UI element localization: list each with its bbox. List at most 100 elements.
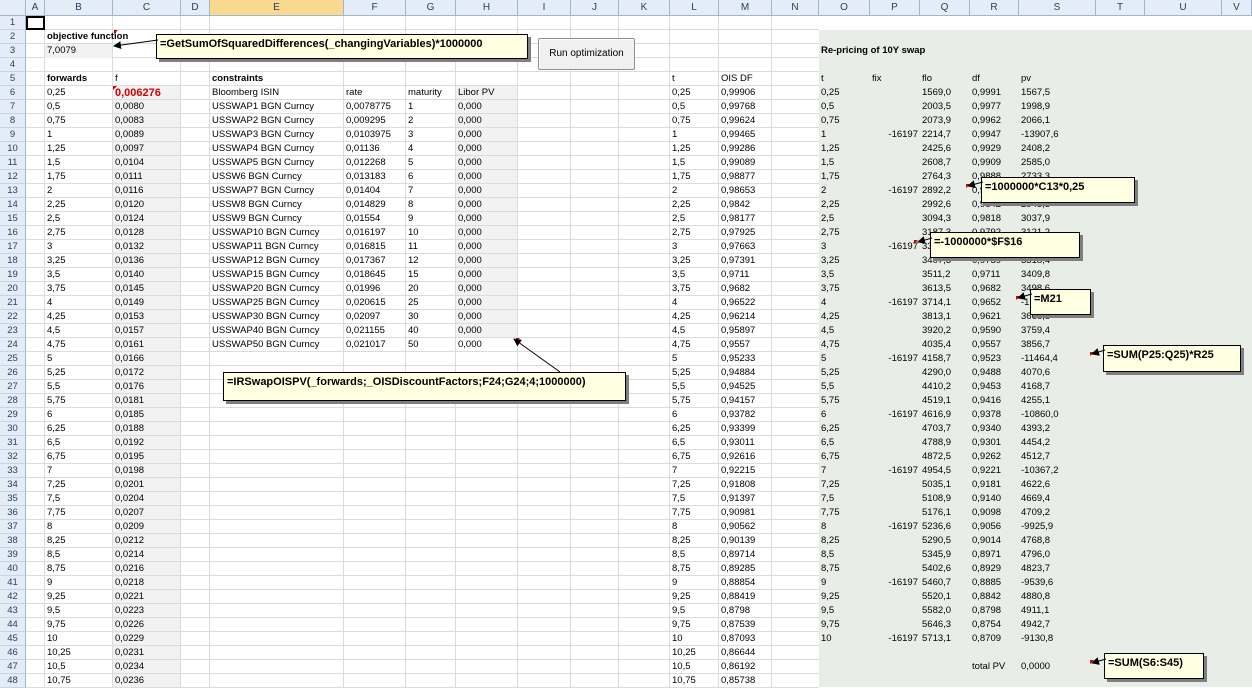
forward-f-cell[interactable]: 0,0128 (113, 226, 181, 240)
ois-df-cell[interactable]: 0,93011 (719, 436, 772, 450)
repricing-cell[interactable]: -9925,9 (1019, 520, 1096, 534)
repricing-cell[interactable]: 2003,5 (920, 100, 970, 114)
forward-f-cell[interactable]: 0,0229 (113, 632, 181, 646)
repricing-cell[interactable]: 6 (819, 408, 870, 422)
constraint-cell[interactable]: 0,000 (456, 142, 518, 156)
constraint-cell[interactable]: USSWAP25 BGN Curncy (210, 296, 344, 310)
column-header-u[interactable]: U (1145, 0, 1222, 16)
repricing-cell[interactable]: 0,8754 (970, 618, 1019, 632)
row-header[interactable]: 5 (0, 72, 26, 86)
repricing-cell[interactable] (870, 604, 920, 618)
constraint-cell[interactable]: 9 (406, 212, 456, 226)
column-header-n[interactable]: N (772, 0, 819, 16)
ois-df-cell[interactable]: 0,88419 (719, 590, 772, 604)
row-header[interactable]: 22 (0, 310, 26, 324)
forward-f-cell[interactable]: 0,0157 (113, 324, 181, 338)
repricing-cell[interactable]: 6,75 (819, 450, 870, 464)
row-header[interactable]: 18 (0, 254, 26, 268)
ois-t-cell[interactable]: 3 (670, 240, 719, 254)
ois-t-cell[interactable]: 4 (670, 296, 719, 310)
constraint-cell[interactable]: 4 (406, 142, 456, 156)
ois-df-cell[interactable]: 0,97391 (719, 254, 772, 268)
ois-df-cell[interactable]: 0,99286 (719, 142, 772, 156)
row-header[interactable]: 24 (0, 338, 26, 352)
repricing-cell[interactable] (870, 422, 920, 436)
repricing-cell[interactable]: 5345,9 (920, 548, 970, 562)
repricing-cell[interactable]: 3,75 (819, 282, 870, 296)
ois-t-cell[interactable]: 3,5 (670, 268, 719, 282)
forward-t-cell[interactable]: 9 (45, 576, 113, 590)
repricing-cell[interactable] (870, 380, 920, 394)
row-header[interactable]: 21 (0, 296, 26, 310)
constraint-cell[interactable]: USSWAP1 BGN Curncy (210, 100, 344, 114)
repricing-cell[interactable]: 4911,1 (1019, 604, 1096, 618)
repricing-cell[interactable]: 7 (819, 464, 870, 478)
repricing-cell[interactable]: -16197 (870, 128, 920, 142)
ois-t-cell[interactable]: 10,25 (670, 646, 719, 660)
spreadsheet[interactable]: ABCDEFGHIJKLMNOPQRSTUV 1 2 3 4 5 6 7 8 9 10 11 12 13… (0, 0, 1252, 688)
forward-f-cell[interactable]: 0,0176 (113, 380, 181, 394)
ois-df-cell[interactable]: 0,88854 (719, 576, 772, 590)
repricing-cell[interactable]: 0,9590 (970, 324, 1019, 338)
repricing-cell[interactable]: -16197 (870, 184, 920, 198)
repricing-cell[interactable]: 0,75 (819, 114, 870, 128)
repricing-cell[interactable]: 4410,2 (920, 380, 970, 394)
repricing-cell[interactable]: 4290,0 (920, 366, 970, 380)
row-header[interactable]: 13 (0, 184, 26, 198)
forward-t-cell[interactable]: 3,75 (45, 282, 113, 296)
repricing-cell[interactable]: 0,9621 (970, 310, 1019, 324)
repricing-cell[interactable]: 0,5 (819, 100, 870, 114)
forward-t-cell[interactable]: 7 (45, 464, 113, 478)
repricing-cell[interactable] (870, 114, 920, 128)
ois-df-cell[interactable]: 0,90981 (719, 506, 772, 520)
column-header-l[interactable]: L (670, 0, 719, 16)
forward-t-cell[interactable]: 7,5 (45, 492, 113, 506)
constraint-cell[interactable]: USSWAP11 BGN Curncy (210, 240, 344, 254)
repricing-cell[interactable] (870, 254, 920, 268)
ois-t-cell[interactable]: 5 (670, 352, 719, 366)
forward-f-cell[interactable]: 0,0221 (113, 590, 181, 604)
repricing-cell[interactable] (870, 506, 920, 520)
repricing-cell[interactable]: -13907,6 (1019, 128, 1096, 142)
forward-f-cell[interactable]: 0,0234 (113, 660, 181, 674)
forward-t-cell[interactable]: 10 (45, 632, 113, 646)
forward-t-cell[interactable]: 10,75 (45, 674, 113, 688)
ois-t-cell[interactable]: 0,25 (670, 86, 719, 100)
constraint-cell[interactable]: 0,000 (456, 226, 518, 240)
repricing-col-header[interactable]: fix (870, 72, 920, 86)
row-header[interactable]: 27 (0, 380, 26, 394)
constraint-cell[interactable]: 0,000 (456, 212, 518, 226)
column-header-a[interactable]: A (26, 0, 45, 16)
repricing-cell[interactable]: 5713,1 (920, 632, 970, 646)
repricing-cell[interactable]: 4454,2 (1019, 436, 1096, 450)
repricing-cell[interactable] (870, 86, 920, 100)
constraint-cell[interactable]: USSW8 BGN Curncy (210, 198, 344, 212)
repricing-cell[interactable] (870, 436, 920, 450)
repricing-cell[interactable]: 5,5 (819, 380, 870, 394)
repricing-cell[interactable]: 5520,1 (920, 590, 970, 604)
repricing-cell[interactable]: 3856,7 (1019, 338, 1096, 352)
row-header[interactable]: 30 (0, 422, 26, 436)
repricing-cell[interactable] (870, 394, 920, 408)
forward-t-cell[interactable]: 4,5 (45, 324, 113, 338)
row-header[interactable]: 42 (0, 590, 26, 604)
repricing-cell[interactable]: 4035,4 (920, 338, 970, 352)
ois-t-cell[interactable]: 8,75 (670, 562, 719, 576)
repricing-cell[interactable]: 5,25 (819, 366, 870, 380)
ois-t-cell[interactable]: 6 (670, 408, 719, 422)
constraint-cell[interactable]: USSW9 BGN Curncy (210, 212, 344, 226)
ois-df-cell[interactable]: 0,97663 (719, 240, 772, 254)
constraint-cell[interactable]: 0,01136 (344, 142, 406, 156)
row-header[interactable]: 46 (0, 646, 26, 660)
total-pv-label[interactable]: total PV (970, 660, 1019, 674)
forward-f-cell[interactable]: 0,0161 (113, 338, 181, 352)
constraint-cell[interactable]: USSWAP20 BGN Curncy (210, 282, 344, 296)
constraint-cell[interactable]: 0,01996 (344, 282, 406, 296)
row-header[interactable]: 15 (0, 212, 26, 226)
forward-t-cell[interactable]: 0,25 (45, 86, 113, 100)
ois-df-cell[interactable]: 0,87539 (719, 618, 772, 632)
repricing-cell[interactable]: 0,9818 (970, 212, 1019, 226)
row-header[interactable]: 32 (0, 450, 26, 464)
repricing-cell[interactable]: 0,9453 (970, 380, 1019, 394)
column-header-p[interactable]: P (870, 0, 920, 16)
